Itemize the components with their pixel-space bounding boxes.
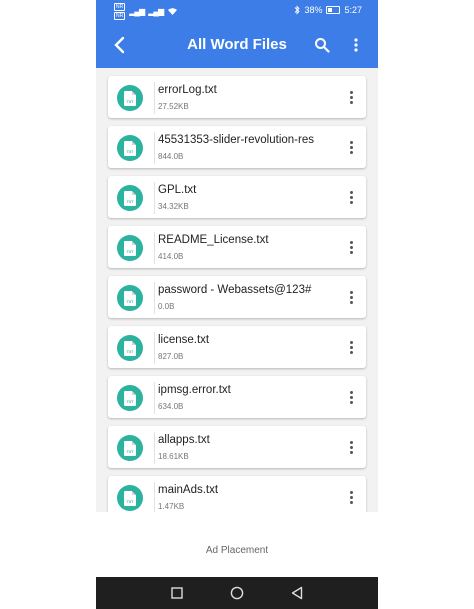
signal-icon: ▂▄▆	[129, 7, 145, 16]
file-name: mainAds.txt	[158, 484, 219, 496]
file-size: 844.0B	[158, 152, 184, 161]
file-name: GPL.txt	[158, 184, 197, 196]
file-size: 27.52KB	[158, 102, 189, 111]
more-options-icon[interactable]	[344, 286, 358, 308]
system-nav-bar	[96, 577, 378, 609]
more-options-icon[interactable]	[344, 486, 358, 508]
overflow-menu-icon	[354, 38, 358, 52]
signal-icon-2: ▂▄▆	[148, 7, 164, 16]
overflow-menu-button[interactable]	[346, 34, 366, 56]
search-button[interactable]	[310, 34, 334, 56]
file-name: ipmsg.error.txt	[158, 384, 231, 396]
file-row[interactable]: TXT errorLog.txt 27.52KB	[108, 76, 366, 118]
sim2-label: NR	[114, 12, 126, 20]
more-options-icon[interactable]	[344, 436, 358, 458]
file-name: password - Webassets@123#	[158, 284, 312, 296]
file-row[interactable]: TXT README_License.txt 414.0B	[108, 226, 366, 268]
file-size: 1.47KB	[158, 502, 185, 511]
status-bar-right: 38% 5:27	[294, 5, 362, 15]
file-row[interactable]: TXT password - Webassets@123# 0.0B	[108, 276, 366, 318]
file-size: 34.32KB	[158, 202, 189, 211]
file-size: 634.0B	[158, 402, 184, 411]
file-row[interactable]: TXT ipmsg.error.txt 634.0B	[108, 376, 366, 418]
file-row[interactable]: TXT 45531353-slider-revolution-res 844.0…	[108, 126, 366, 168]
sim-indicator: NR NR	[114, 3, 126, 20]
home-circle-icon	[230, 586, 244, 600]
home-button[interactable]	[229, 585, 245, 601]
more-options-icon[interactable]	[344, 136, 358, 158]
file-name: 45531353-slider-revolution-res	[158, 134, 314, 146]
recents-button[interactable]	[169, 585, 185, 601]
sim1-label: NR	[114, 3, 126, 11]
row-divider	[154, 182, 155, 214]
clock: 5:27	[344, 5, 362, 15]
row-divider	[154, 82, 155, 114]
app-bar: All Word Files	[96, 22, 378, 68]
status-bar: NR NR ▂▄▆ ▂▄▆ 38% 5:27	[96, 0, 378, 22]
txt-file-icon: TXT	[117, 435, 143, 461]
file-row[interactable]: TXT allapps.txt 18.61KB	[108, 426, 366, 468]
recents-square-icon	[171, 587, 183, 599]
file-list[interactable]: TXT errorLog.txt 27.52KB TXT 45531353-sl…	[96, 68, 378, 512]
more-options-icon[interactable]	[344, 336, 358, 358]
file-size: 827.0B	[158, 352, 184, 361]
nav-back-button[interactable]	[289, 585, 305, 601]
file-size: 414.0B	[158, 252, 184, 261]
row-divider	[154, 332, 155, 364]
row-divider	[154, 482, 155, 512]
status-bar-left: NR NR ▂▄▆ ▂▄▆	[114, 3, 178, 20]
phone-screen: NR NR ▂▄▆ ▂▄▆ 38% 5:27 All Word Files TX…	[96, 0, 378, 609]
file-name: allapps.txt	[158, 434, 210, 446]
row-divider	[154, 432, 155, 464]
row-divider	[154, 232, 155, 264]
battery-percent: 38%	[304, 5, 323, 15]
txt-file-icon: TXT	[117, 235, 143, 261]
row-divider	[154, 132, 155, 164]
back-triangle-icon	[291, 586, 303, 600]
file-size: 18.61KB	[158, 452, 189, 461]
file-name: license.txt	[158, 334, 210, 346]
ad-label: Ad Placement	[205, 545, 269, 556]
more-options-icon[interactable]	[344, 186, 358, 208]
txt-file-icon: TXT	[117, 335, 143, 361]
file-name: errorLog.txt	[158, 84, 217, 96]
file-size: 0.0B	[158, 302, 175, 311]
bluetooth-icon	[295, 5, 301, 15]
ad-banner[interactable]: Ad Placement	[96, 512, 378, 577]
page-title: All Word Files	[187, 36, 287, 53]
txt-file-icon: TXT	[117, 285, 143, 311]
file-name: README_License.txt	[158, 234, 269, 246]
file-row[interactable]: TXT mainAds.txt 1.47KB	[108, 476, 366, 512]
row-divider	[154, 282, 155, 314]
more-options-icon[interactable]	[344, 386, 358, 408]
wifi-icon	[168, 8, 178, 15]
battery-icon	[326, 6, 341, 14]
txt-file-icon: TXT	[117, 485, 143, 511]
more-options-icon[interactable]	[344, 236, 358, 258]
row-divider	[154, 382, 155, 414]
txt-file-icon: TXT	[117, 85, 143, 111]
txt-file-icon: TXT	[117, 385, 143, 411]
txt-file-icon: TXT	[117, 185, 143, 211]
file-row[interactable]: TXT GPL.txt 34.32KB	[108, 176, 366, 218]
more-options-icon[interactable]	[344, 86, 358, 108]
txt-file-icon: TXT	[117, 135, 143, 161]
search-icon	[315, 38, 330, 53]
file-row[interactable]: TXT license.txt 827.0B	[108, 326, 366, 368]
